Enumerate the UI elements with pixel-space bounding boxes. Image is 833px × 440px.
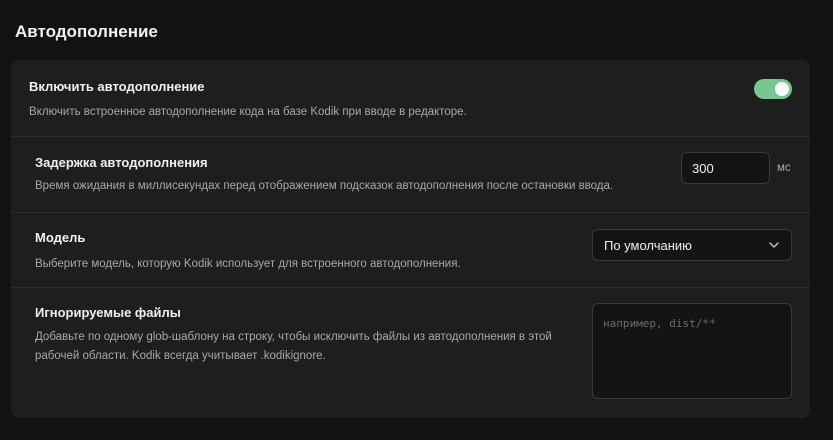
delay-label: Задержка автодополнения — [35, 155, 208, 170]
setting-row-delay: Задержка автодополнения Время ожидания в… — [11, 136, 810, 212]
toggle-knob — [775, 82, 789, 96]
enable-label: Включить автодополнение — [29, 79, 205, 94]
ignore-label: Игнорируемые файлы — [35, 305, 181, 320]
chevron-down-icon — [769, 242, 779, 248]
setting-row-model: Модель Выберите модель, которую Kodik ис… — [11, 212, 810, 287]
enable-autocomplete-toggle[interactable] — [754, 79, 792, 99]
delay-description: Время ожидания в миллисекундах перед ото… — [35, 180, 614, 192]
ignore-patterns-textarea[interactable]: например, dist/** — [592, 303, 792, 399]
model-description: Выберите модель, которую Kodik используе… — [35, 258, 461, 270]
delay-input[interactable]: 300 — [681, 152, 770, 184]
delay-unit: мс — [777, 162, 791, 174]
model-selected-value: По умолчанию — [604, 237, 692, 253]
settings-panel: Включить автодополнение Включить встроен… — [11, 60, 810, 418]
enable-description: Включить встроенное автодополнение кода … — [29, 106, 467, 118]
ignore-description-line2: рабочей области. Kodik всегда учитывает … — [35, 350, 326, 362]
ignore-description: Добавьте по одному glob-шаблону на строк… — [35, 328, 585, 366]
ignore-description-line1: Добавьте по одному glob-шаблону на строк… — [35, 331, 552, 343]
model-label: Модель — [35, 230, 86, 245]
model-select[interactable]: По умолчанию — [592, 229, 792, 261]
page-title: Автодополнение — [15, 22, 158, 41]
ignore-placeholder: например, dist/** — [603, 317, 716, 330]
setting-row-ignore: Игнорируемые файлы Добавьте по одному gl… — [11, 287, 810, 418]
setting-row-enable: Включить автодополнение Включить встроен… — [11, 60, 810, 136]
